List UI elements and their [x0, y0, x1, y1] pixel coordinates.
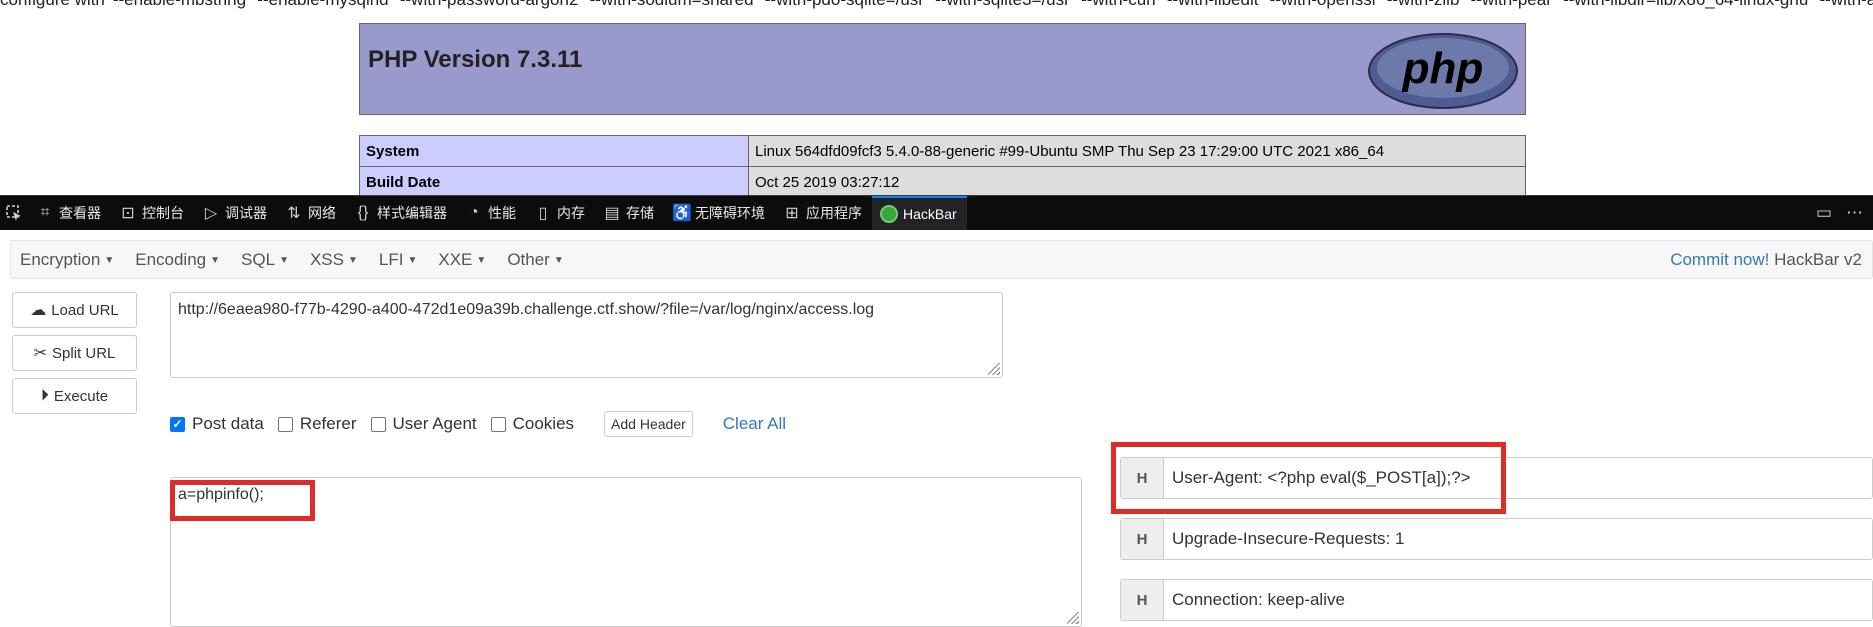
header-value[interactable]: Upgrade-Insecure-Requests: 1	[1164, 529, 1404, 549]
resize-handle-icon[interactable]	[1067, 612, 1079, 624]
devtools-right-controls: ▭ ⋯	[1816, 203, 1873, 223]
hackbar-version: HackBar v2	[1774, 249, 1862, 269]
style-editor-icon: {}	[357, 204, 369, 221]
url-value: http://6eaea980-f77b-4290-a400-472d1e09a…	[178, 301, 875, 318]
caret-down-icon: ▼	[553, 254, 564, 266]
tab-network[interactable]: ⇅ 网络	[277, 196, 346, 231]
menu-xss[interactable]: XSS ▼	[301, 250, 370, 270]
tab-console[interactable]: ⊡ 控制台	[111, 196, 194, 231]
menu-sql[interactable]: SQL ▼	[232, 250, 301, 270]
debugger-icon: ▷	[204, 205, 218, 222]
phpinfo-header: PHP Version 7.3.11 php	[359, 23, 1526, 115]
php-version-title: PHP Version 7.3.11	[368, 46, 583, 73]
header-badge: H	[1121, 519, 1164, 559]
row-key: System	[359, 135, 749, 167]
play-circle-icon: ⏵	[40, 387, 49, 404]
menu-lfi[interactable]: LFI ▼	[370, 250, 429, 270]
accessibility-icon: ♿	[672, 205, 692, 222]
browser-page: configure with '--enable-mbstring' '--en…	[0, 0, 1873, 627]
menu-other[interactable]: Other ▼	[498, 250, 575, 270]
table-row: System Linux 564dfd09fcf3 5.4.0-88-gener…	[359, 135, 1526, 167]
tab-style-editor[interactable]: {} 样式编辑器	[346, 196, 457, 231]
caret-down-icon: ▼	[476, 254, 487, 266]
post-data-checkbox[interactable]: ✓	[170, 416, 185, 432]
caret-down-icon: ▼	[279, 254, 289, 266]
tab-inspector[interactable]: ⌗ 查看器	[28, 196, 111, 231]
split-url-button[interactable]: ✂ Split URL	[12, 335, 137, 371]
cloud-download-icon: ☁	[30, 302, 47, 319]
responsive-design-icon[interactable]: ▭	[1816, 203, 1832, 223]
tab-performance[interactable]: ◔ 性能	[457, 196, 526, 231]
tab-memory[interactable]: ▯ 内存	[526, 196, 595, 231]
add-header-button[interactable]: Add Header	[604, 411, 693, 437]
network-icon: ⇅	[287, 205, 301, 222]
commit-now-link[interactable]: Commit now!	[1670, 250, 1769, 269]
caret-down-icon: ▼	[348, 254, 358, 266]
menu-xxe[interactable]: XXE ▼	[429, 250, 498, 270]
hackbar-icon	[880, 205, 898, 223]
php-logo: php	[1368, 33, 1518, 109]
highlight-box-user-agent	[1111, 442, 1506, 514]
row-value: Linux 564dfd09fcf3 5.4.0-88-generic #99-…	[748, 135, 1526, 167]
row-key: Build Date	[359, 166, 749, 195]
tab-debugger[interactable]: ▷ 调试器	[194, 196, 277, 231]
post-data-option[interactable]: ✓ Post data	[170, 414, 264, 434]
console-icon: ⊡	[121, 205, 135, 222]
user-agent-option[interactable]: User Agent	[370, 414, 477, 434]
menu-encoding[interactable]: Encoding ▼	[126, 250, 232, 270]
tab-application[interactable]: ⊞ 应用程序	[775, 196, 872, 231]
inspector-icon: ⌗	[40, 204, 50, 221]
tab-storage[interactable]: ▤ 存储	[595, 196, 664, 231]
header-row[interactable]: H Connection: keep-alive	[1120, 579, 1873, 621]
highlight-box-post-data	[170, 480, 315, 521]
application-icon: ⊞	[785, 205, 799, 222]
phpinfo-table: System Linux 564dfd09fcf3 5.4.0-88-gener…	[359, 135, 1526, 195]
header-value[interactable]: Connection: keep-alive	[1164, 590, 1345, 610]
performance-icon: ◔	[469, 204, 479, 221]
resize-handle-icon[interactable]	[988, 363, 1000, 375]
phpinfo-page: configure with '--enable-mbstring' '--en…	[0, 0, 1873, 195]
table-row: Build Date Oct 25 2019 03:27:12	[359, 166, 1526, 195]
caret-down-icon: ▼	[210, 254, 221, 266]
url-input[interactable]: http://6eaea980-f77b-4290-a400-472d1e09a…	[170, 292, 1003, 378]
cookies-option[interactable]: Cookies	[490, 414, 574, 434]
header-badge: H	[1121, 580, 1164, 620]
menu-encryption[interactable]: Encryption ▼	[11, 250, 126, 270]
row-value: Oct 25 2019 03:27:12	[748, 166, 1526, 195]
cookies-checkbox[interactable]	[490, 416, 506, 432]
memory-icon: ▯	[538, 205, 548, 222]
header-row[interactable]: H Upgrade-Insecure-Requests: 1	[1120, 518, 1873, 560]
more-options-icon[interactable]: ⋯	[1846, 203, 1863, 223]
caret-down-icon: ▼	[407, 254, 418, 266]
tab-accessibility[interactable]: ♿ 无障碍环境	[664, 196, 775, 231]
execute-button[interactable]: ⏵ Execute	[12, 378, 137, 414]
tab-hackbar[interactable]: HackBar	[872, 195, 967, 231]
storage-icon: ▤	[604, 205, 620, 222]
svg-text:php: php	[1402, 44, 1484, 93]
devtools-toolbar: ⌗ 查看器 ⊡ 控制台 ▷ 调试器 ⇅ 网络 {} 样式编辑器 ◔ 性能 ▯ 内存 ▤ 存储 ♿…	[0, 195, 1873, 231]
caret-down-icon: ▼	[104, 254, 115, 266]
clear-all-link[interactable]: Clear All	[723, 414, 786, 434]
hackbar-menu: Encryption ▼ Encoding ▼ SQL ▼ XSS ▼ LFI ▼ XXE…	[10, 240, 1873, 279]
request-options: ✓ Post data Referer User Agent Cookies Ad…	[170, 411, 786, 437]
phpinfo-configure-text: configure with '--enable-mbstring' '--en…	[0, 0, 1873, 10]
load-url-button[interactable]: ☁ Load URL	[12, 292, 137, 328]
hackbar-panel: Encryption ▼ Encoding ▼ SQL ▼ XSS ▼ LFI ▼ XXE…	[0, 230, 1873, 627]
referer-option[interactable]: Referer	[277, 414, 357, 434]
element-picker-icon[interactable]	[0, 196, 28, 231]
user-agent-checkbox[interactable]	[370, 416, 386, 432]
hackbar-branding: Commit now! HackBar v2	[1670, 250, 1872, 270]
scissors-icon: ✂	[33, 345, 48, 362]
referer-checkbox[interactable]	[277, 416, 293, 432]
